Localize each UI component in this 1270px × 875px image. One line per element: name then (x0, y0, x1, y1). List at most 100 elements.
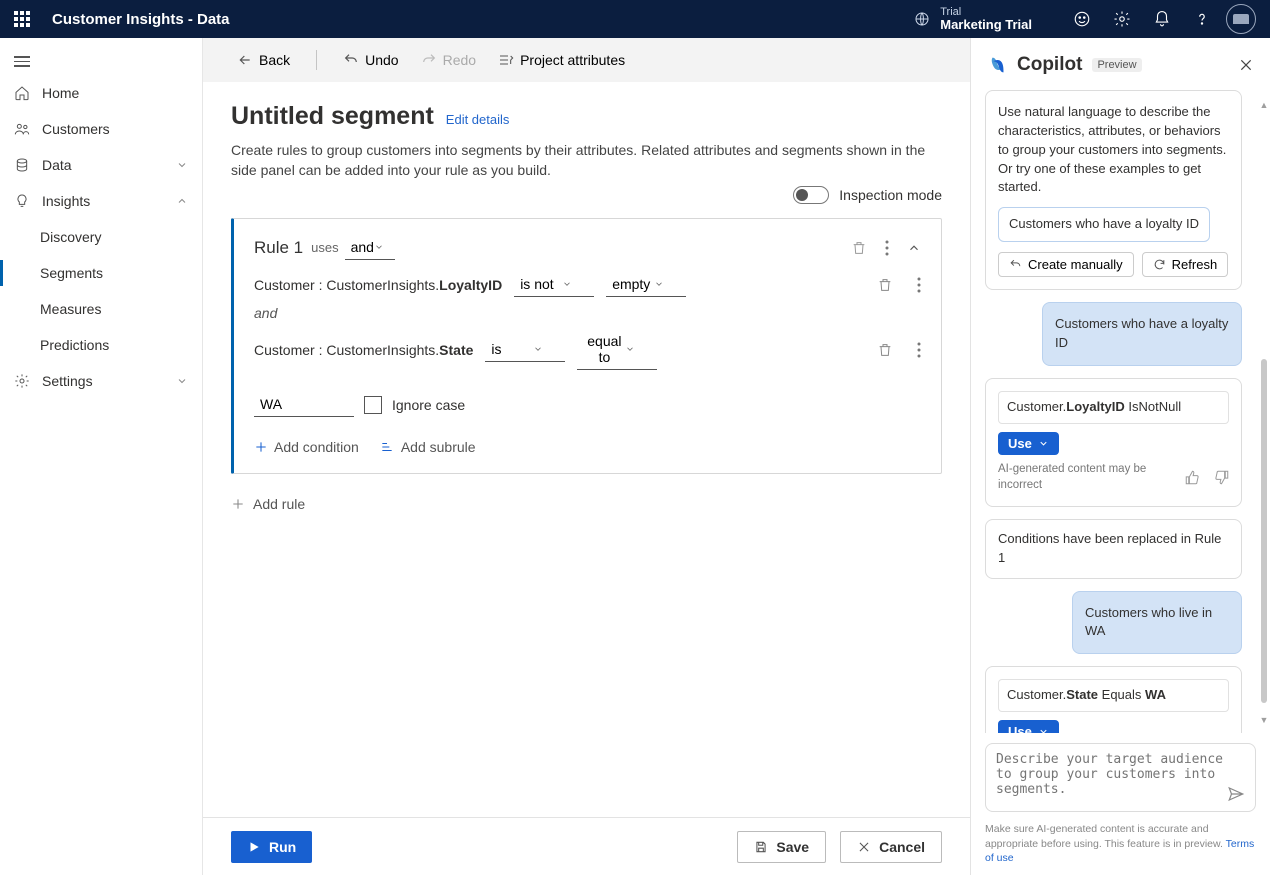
condition-entity: Customer : CustomerInsights.State (254, 342, 473, 358)
copilot-result-card: Customer.LoyaltyID IsNotNull Use AI-gene… (985, 378, 1242, 507)
data-icon (14, 157, 30, 173)
nav-label: Customers (42, 121, 110, 137)
nav-customers[interactable]: Customers (0, 111, 202, 147)
undo-button[interactable]: Undo (337, 48, 404, 72)
use-button[interactable]: Use (998, 432, 1059, 455)
rule-combiner-value: and (351, 239, 374, 255)
env-name: Marketing Trial (940, 18, 1032, 32)
chevron-down-icon (625, 344, 635, 354)
condition-and-label: and (254, 305, 921, 321)
copilot-result-card: Customer.State Equals WA Use AI-generate… (985, 666, 1242, 733)
feedback-icon[interactable] (1062, 0, 1102, 38)
add-condition-button[interactable]: Add condition (254, 439, 359, 455)
chevron-down-icon (562, 279, 572, 289)
rule-uses-label: uses (311, 240, 338, 255)
more-icon[interactable] (885, 240, 889, 256)
more-icon[interactable] (917, 277, 921, 293)
copilot-logo-icon (987, 54, 1009, 76)
collapse-icon[interactable] (907, 241, 921, 255)
editor-body: Untitled segment Edit details Create rul… (203, 82, 970, 817)
copilot-user-msg: Customers who live in WA (1072, 591, 1242, 655)
customers-icon (14, 121, 30, 137)
chevron-up-icon (176, 195, 188, 207)
copilot-badge: Preview (1092, 58, 1141, 72)
nav-data[interactable]: Data (0, 147, 202, 183)
rule-combiner-select[interactable]: and (345, 235, 395, 260)
cmd-label: Redo (443, 52, 476, 68)
use-button[interactable]: Use (998, 720, 1059, 733)
nav-home[interactable]: Home (0, 75, 202, 111)
insights-icon (14, 193, 30, 209)
thumbs-up-icon[interactable] (1185, 470, 1200, 485)
command-bar: Back Undo Redo Project attributes (203, 38, 970, 82)
home-icon (14, 85, 30, 101)
chevron-down-icon (176, 375, 188, 387)
copilot-suggestion[interactable]: Customers who have a loyalty ID (998, 207, 1210, 242)
nav-label: Predictions (40, 337, 109, 353)
footer-bar: Run Save Cancel (203, 817, 970, 875)
rule-name: Rule 1 (254, 238, 303, 258)
add-subrule-button[interactable]: Add subrule (379, 439, 476, 455)
run-button[interactable]: Run (231, 831, 312, 863)
ignore-case-checkbox[interactable] (364, 396, 382, 414)
copilot-input[interactable] (996, 752, 1245, 800)
cancel-button[interactable]: Cancel (840, 831, 942, 863)
create-manually-button[interactable]: Create manually (998, 252, 1134, 277)
copilot-intro-card: Use natural language to describe the cha… (985, 90, 1242, 290)
top-icons (1062, 0, 1260, 38)
refresh-button[interactable]: Refresh (1142, 252, 1229, 277)
redo-button[interactable]: Redo (415, 48, 482, 72)
app-title: Customer Insights - Data (52, 11, 230, 28)
chevron-down-icon (374, 242, 384, 252)
condition-value-select[interactable]: equal to (577, 329, 657, 370)
condition-value-select[interactable]: empty (606, 272, 686, 297)
gear-icon (14, 373, 30, 389)
condition-row: Customer : CustomerInsights.LoyaltyID is… (254, 272, 921, 297)
delete-rule-icon[interactable] (851, 240, 867, 256)
settings-gear-icon[interactable] (1102, 0, 1142, 38)
edit-details-link[interactable]: Edit details (446, 112, 510, 127)
nav-measures[interactable]: Measures (0, 291, 202, 327)
ai-note: AI-generated content may be incorrect (998, 461, 1173, 494)
nav-settings[interactable]: Settings (0, 363, 202, 399)
delete-condition-icon[interactable] (877, 277, 893, 293)
condition-operator-select[interactable]: is (485, 337, 565, 362)
delete-condition-icon[interactable] (877, 342, 893, 358)
nav-label: Settings (42, 373, 93, 389)
copilot-status: Conditions have been replaced in Rule 1 (985, 519, 1242, 579)
add-rule-button[interactable]: Add rule (231, 496, 305, 512)
condition-operator-select[interactable]: is not (514, 272, 594, 297)
chevron-down-icon (654, 279, 664, 289)
send-icon[interactable] (1227, 785, 1245, 803)
nav-insights[interactable]: Insights (0, 183, 202, 219)
copilot-user-msg: Customers who have a loyalty ID (1042, 302, 1242, 366)
nav-label: Measures (40, 301, 101, 317)
app-launcher-icon[interactable] (14, 11, 30, 27)
thumbs-down-icon[interactable] (1214, 470, 1229, 485)
copilot-scrollbar[interactable]: ▲ ▼ (1258, 100, 1270, 725)
save-button[interactable]: Save (737, 831, 826, 863)
notifications-icon[interactable] (1142, 0, 1182, 38)
ignore-case-label: Ignore case (392, 397, 465, 413)
project-attributes-button[interactable]: Project attributes (492, 48, 631, 72)
nav-label: Home (42, 85, 79, 101)
chevron-down-icon (533, 344, 543, 354)
content: Back Undo Redo Project attributes Untitl… (203, 38, 970, 875)
nav-hamburger[interactable] (0, 48, 202, 75)
copilot-panel: Copilot Preview Use natural language to … (970, 38, 1270, 875)
condition-row: Customer : CustomerInsights.State is equ… (254, 329, 921, 370)
nav-label: Data (42, 157, 72, 173)
separator (316, 50, 317, 70)
nav-predictions[interactable]: Predictions (0, 327, 202, 363)
inspection-mode-toggle[interactable] (793, 186, 829, 204)
nav-discovery[interactable]: Discovery (0, 219, 202, 255)
avatar[interactable] (1226, 4, 1256, 34)
more-icon[interactable] (917, 342, 921, 358)
nav-label: Insights (42, 193, 90, 209)
help-icon[interactable] (1182, 0, 1222, 38)
nav-segments[interactable]: Segments (0, 255, 202, 291)
environment-switcher[interactable]: Trial Marketing Trial (914, 6, 1032, 32)
back-button[interactable]: Back (231, 48, 296, 72)
close-icon[interactable] (1238, 57, 1254, 73)
condition-value-input[interactable] (254, 392, 354, 417)
